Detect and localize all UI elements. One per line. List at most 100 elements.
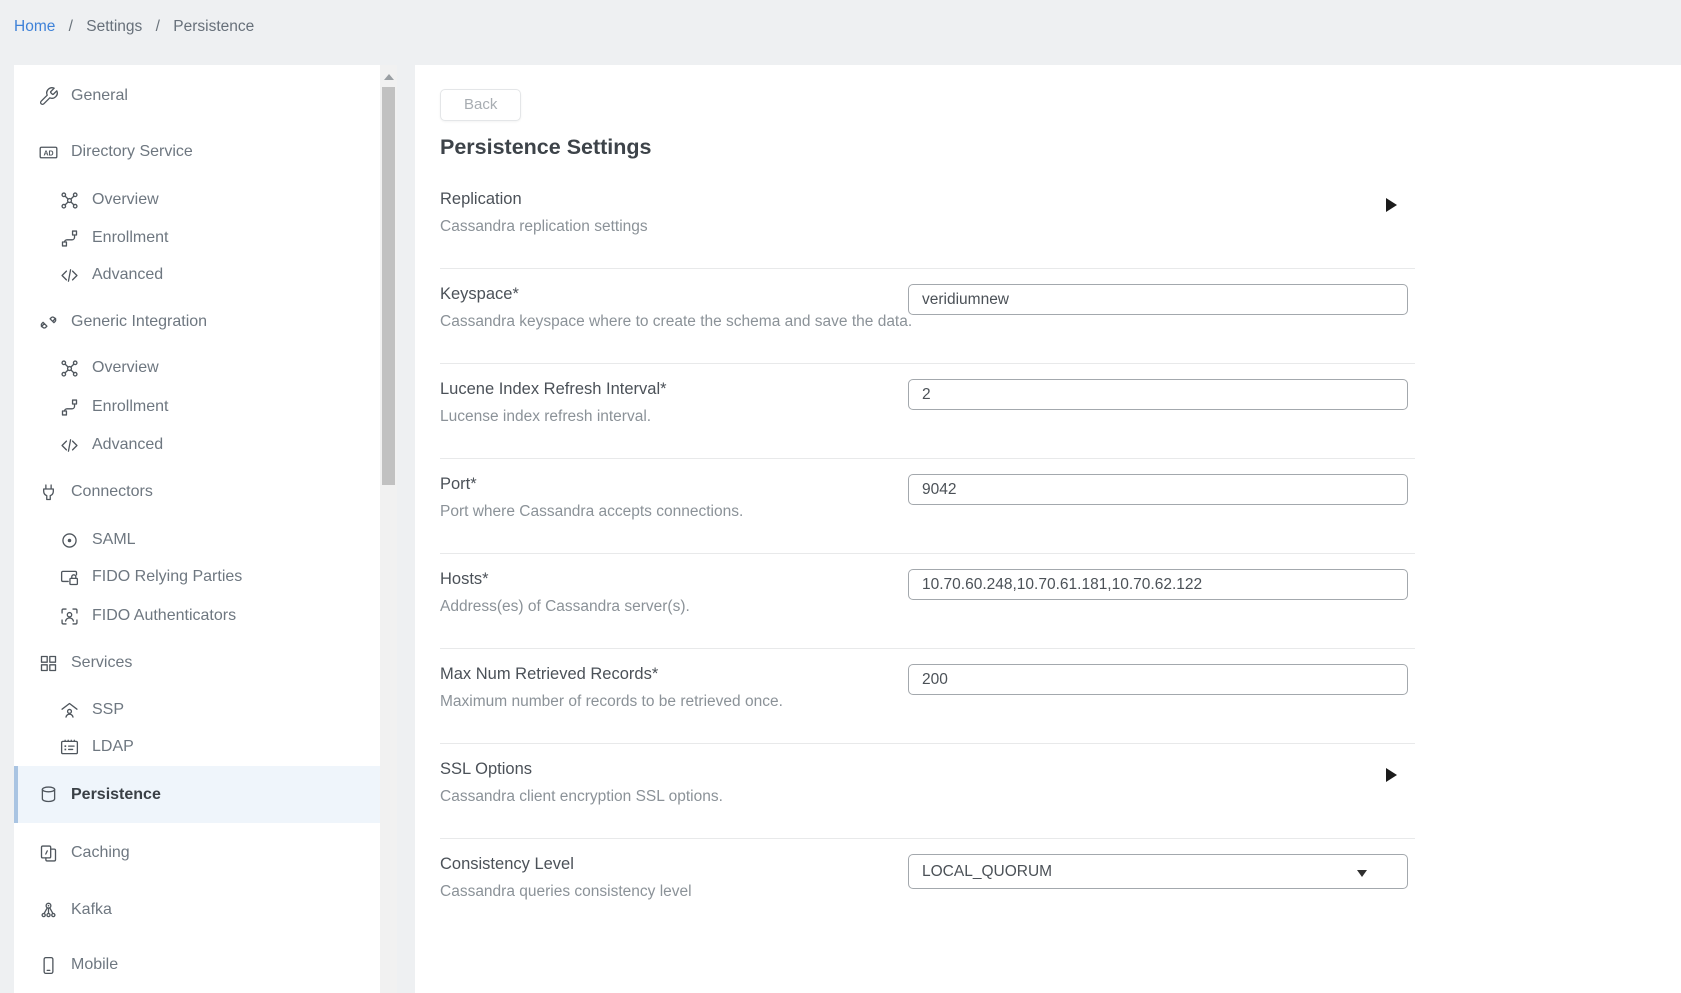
code-icon bbox=[57, 263, 81, 287]
expand-section-arrow-icon bbox=[1386, 198, 1397, 212]
sidebar-item-persistence[interactable]: Persistence bbox=[14, 766, 380, 823]
port-input[interactable] bbox=[908, 474, 1408, 505]
sidebar-item-label: LDAP bbox=[92, 738, 134, 756]
disc-icon bbox=[57, 528, 81, 552]
sidebar-item-overview[interactable]: Overview bbox=[14, 185, 380, 215]
sidebar-item-mobile[interactable]: Mobile bbox=[14, 950, 380, 980]
max-num-retrieved-records-description: Maximum number of records to be retrieve… bbox=[440, 693, 1415, 711]
sidebar-item-label: Enrollment bbox=[92, 398, 168, 416]
sidebar-item-label: Overview bbox=[92, 191, 159, 209]
settings-form: Replication Cassandra replication settin… bbox=[440, 174, 1415, 934]
expand-section-arrow-icon bbox=[1386, 768, 1397, 782]
sidebar-scrollbar[interactable] bbox=[380, 65, 397, 993]
sidebar-item-overview-2[interactable]: Overview bbox=[14, 353, 380, 383]
sidebar-item-fido-relying-parties[interactable]: FIDO Relying Parties bbox=[14, 562, 380, 592]
row-hosts: Hosts* Address(es) of Cassandra server(s… bbox=[440, 554, 1415, 649]
row-lucene-index-refresh-interval: Lucene Index Refresh Interval* Lucense i… bbox=[440, 364, 1415, 459]
breadcrumb-separator: / bbox=[69, 18, 73, 35]
row-ssl-options[interactable]: SSL Options Cassandra client encryption … bbox=[440, 744, 1415, 839]
sidebar-item-ldap[interactable]: LDAP bbox=[14, 732, 380, 762]
main-panel: Back Persistence Settings Replication Ca… bbox=[415, 65, 1681, 993]
sidebar-item-fido-authenticators[interactable]: FIDO Authenticators bbox=[14, 601, 380, 631]
sidebar-item-connectors[interactable]: Connectors bbox=[14, 477, 380, 507]
selected-value: LOCAL_QUORUM bbox=[922, 863, 1052, 881]
row-replication[interactable]: Replication Cassandra replication settin… bbox=[440, 174, 1415, 269]
settings-sidebar: General AD Directory Service Overview En… bbox=[14, 65, 380, 993]
person-home-icon bbox=[57, 698, 81, 722]
row-consistency-level: Consistency Level Cassandra queries cons… bbox=[440, 839, 1415, 934]
contact-card-icon bbox=[57, 735, 81, 759]
sidebar-item-label: Kafka bbox=[71, 901, 112, 919]
keyspace-description: Cassandra keyspace where to create the s… bbox=[440, 313, 1415, 331]
sidebar-item-kafka[interactable]: Kafka bbox=[14, 895, 380, 925]
breadcrumb-separator: / bbox=[156, 18, 160, 35]
sidebar-item-label: FIDO Authenticators bbox=[92, 607, 236, 625]
mobile-icon bbox=[36, 953, 60, 977]
sidebar-item-label: Overview bbox=[92, 359, 159, 377]
sidebar-item-label: Caching bbox=[71, 844, 130, 862]
svg-text:AD: AD bbox=[43, 150, 53, 157]
ad-badge-icon: AD bbox=[36, 140, 60, 164]
route-icon bbox=[57, 395, 81, 419]
breadcrumb-home[interactable]: Home bbox=[14, 18, 55, 35]
sidebar-item-enrollment-2[interactable]: Enrollment bbox=[14, 392, 380, 422]
sidebar-item-label: SSP bbox=[92, 701, 124, 719]
face-scan-icon bbox=[57, 604, 81, 628]
network-nodes-icon bbox=[57, 356, 81, 380]
sidebar-item-label: Advanced bbox=[92, 436, 163, 454]
sidebar-item-services[interactable]: Services bbox=[14, 648, 380, 678]
sidebar-item-label: Directory Service bbox=[71, 143, 193, 161]
sidebar-item-label: Advanced bbox=[92, 266, 163, 284]
sidebar-item-directory-service[interactable]: AD Directory Service bbox=[14, 137, 380, 167]
sidebar-item-label: Mobile bbox=[71, 956, 118, 974]
lucene-index-refresh-interval-input[interactable] bbox=[908, 379, 1408, 410]
back-button[interactable]: Back bbox=[440, 89, 521, 121]
row-max-num-retrieved-records: Max Num Retrieved Records* Maximum numbe… bbox=[440, 649, 1415, 744]
sidebar-item-label: General bbox=[71, 87, 128, 105]
max-num-retrieved-records-input[interactable] bbox=[908, 664, 1408, 695]
row-keyspace: Keyspace* Cassandra keyspace where to cr… bbox=[440, 269, 1415, 364]
page-title: Persistence Settings bbox=[440, 135, 1681, 160]
network-nodes-icon bbox=[57, 188, 81, 212]
route-icon bbox=[57, 226, 81, 250]
breadcrumb-settings: Settings bbox=[86, 18, 142, 35]
kafka-icon bbox=[36, 898, 60, 922]
sidebar-item-advanced[interactable]: Advanced bbox=[14, 260, 380, 290]
screen-lock-icon bbox=[57, 565, 81, 589]
wrench-icon bbox=[36, 84, 60, 108]
sidebar-item-ssp[interactable]: SSP bbox=[14, 695, 380, 725]
replication-label: Replication bbox=[440, 190, 1415, 209]
sidebar-item-label: Enrollment bbox=[92, 229, 168, 247]
sidebar-item-label: Generic Integration bbox=[71, 313, 207, 331]
replication-description: Cassandra replication settings bbox=[440, 218, 1415, 236]
scrollbar-up-arrow-icon[interactable] bbox=[384, 74, 394, 80]
sidebar-item-enrollment[interactable]: Enrollment bbox=[14, 223, 380, 253]
copy-icon bbox=[36, 841, 60, 865]
sidebar-item-label: SAML bbox=[92, 531, 136, 549]
sidebar-item-label: Services bbox=[71, 654, 132, 672]
database-icon bbox=[36, 783, 60, 807]
sidebar-item-generic-integration[interactable]: Generic Integration bbox=[14, 307, 380, 337]
cable-icon bbox=[36, 310, 60, 334]
row-port: Port* Port where Cassandra accepts conne… bbox=[440, 459, 1415, 554]
hosts-description: Address(es) of Cassandra server(s). bbox=[440, 598, 1415, 616]
breadcrumb-persistence: Persistence bbox=[173, 18, 254, 35]
scrollbar-thumb[interactable] bbox=[382, 87, 395, 485]
port-description: Port where Cassandra accepts connections… bbox=[440, 503, 1415, 521]
ssl-options-label: SSL Options bbox=[440, 760, 1415, 779]
ssl-options-description: Cassandra client encryption SSL options. bbox=[440, 788, 1415, 806]
sidebar-item-saml[interactable]: SAML bbox=[14, 525, 380, 555]
sidebar-item-label: FIDO Relying Parties bbox=[92, 568, 242, 586]
sidebar-item-general[interactable]: General bbox=[14, 81, 380, 111]
keyspace-input[interactable] bbox=[908, 284, 1408, 315]
chevron-down-icon bbox=[1357, 870, 1367, 877]
sidebar-item-label: Connectors bbox=[71, 483, 153, 501]
consistency-level-select[interactable]: LOCAL_QUORUM bbox=[908, 854, 1408, 889]
hosts-input[interactable] bbox=[908, 569, 1408, 600]
sidebar-item-label: Persistence bbox=[71, 786, 161, 804]
plug-icon bbox=[36, 480, 60, 504]
grid-icon bbox=[36, 651, 60, 675]
code-icon bbox=[57, 433, 81, 457]
sidebar-item-advanced-2[interactable]: Advanced bbox=[14, 430, 380, 460]
sidebar-item-caching[interactable]: Caching bbox=[14, 838, 380, 868]
